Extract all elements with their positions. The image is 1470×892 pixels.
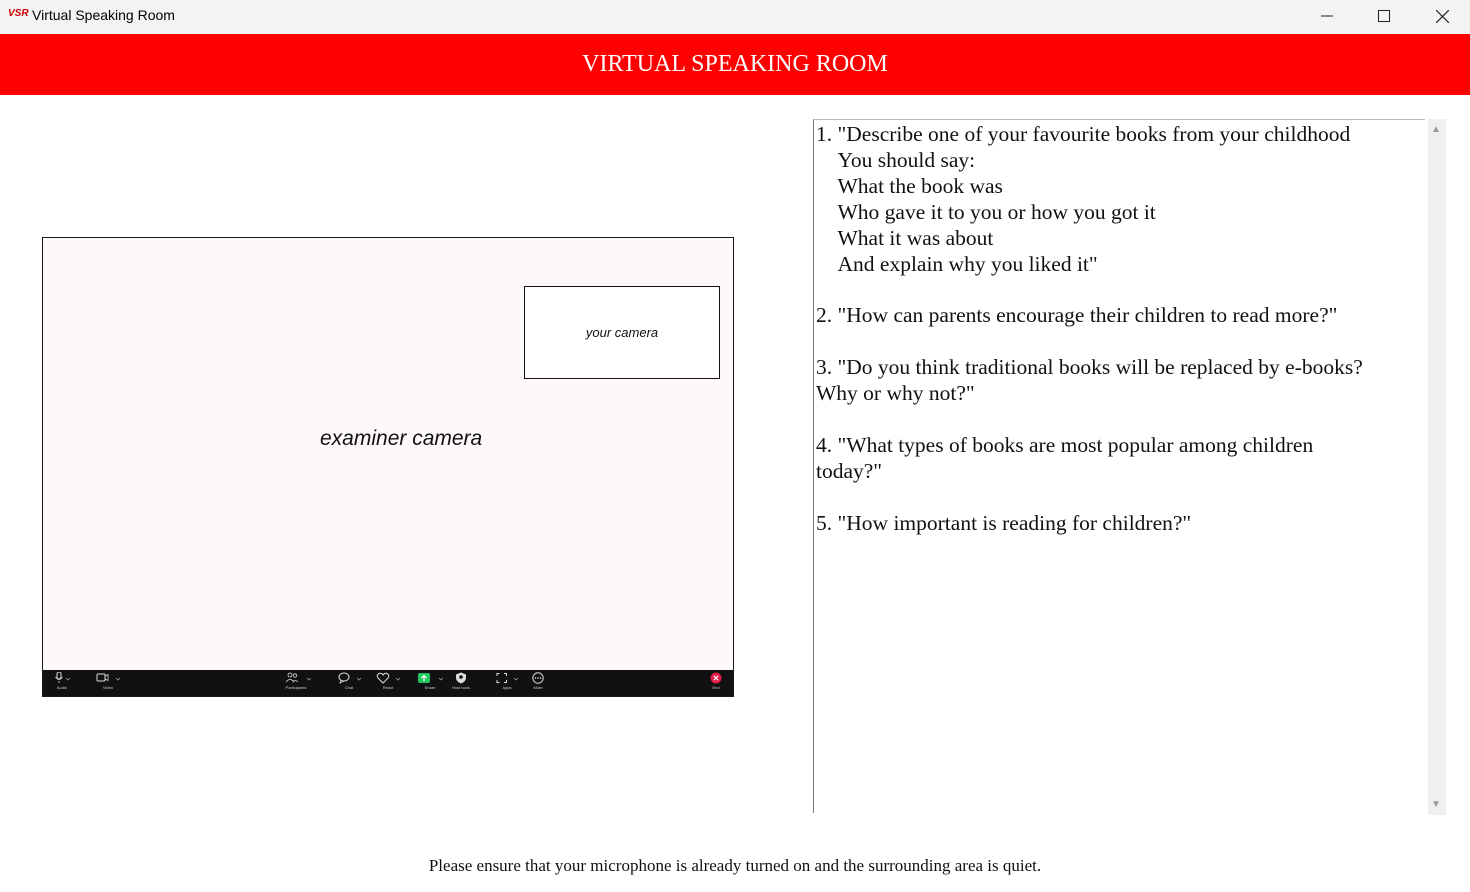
chat-icon bbox=[338, 672, 362, 684]
questions-text: 1. "Describe one of your favourite books… bbox=[816, 122, 1363, 535]
share-button[interactable]: Share bbox=[415, 672, 445, 690]
scroll-up-arrow-icon[interactable]: ▲ bbox=[1431, 124, 1441, 135]
close-icon bbox=[1435, 9, 1449, 23]
maximize-button[interactable] bbox=[1361, 0, 1407, 32]
apps-label: Apps bbox=[502, 685, 512, 690]
end-label: End bbox=[712, 685, 720, 690]
apps-icon bbox=[496, 673, 519, 683]
app-logo-icon: VSR bbox=[8, 8, 29, 19]
more-button[interactable]: More bbox=[531, 672, 545, 690]
participants-button[interactable]: Participants bbox=[281, 672, 311, 690]
questions-scrollbar[interactable] bbox=[1428, 119, 1446, 815]
audio-button[interactable]: Audio bbox=[53, 672, 71, 690]
audio-label: Audio bbox=[56, 685, 68, 690]
page-header: VIRTUAL SPEAKING ROOM bbox=[0, 34, 1470, 95]
end-button[interactable]: End bbox=[709, 672, 723, 690]
host-tools-button[interactable]: Host tools bbox=[452, 672, 470, 690]
questions-textarea[interactable]: 1. "Describe one of your favourite books… bbox=[813, 119, 1425, 813]
scroll-down-arrow-icon[interactable]: ▼ bbox=[1431, 799, 1441, 810]
share-label: Share bbox=[424, 685, 436, 690]
microphone-icon bbox=[55, 672, 71, 683]
video-label: Video bbox=[102, 685, 114, 690]
participants-label: Participants bbox=[285, 685, 307, 690]
self-camera-view: your camera bbox=[524, 286, 720, 379]
microphone-notice: Please ensure that your microphone is al… bbox=[428, 856, 1042, 875]
examiner-video: examiner camera your camera Audio Video bbox=[42, 237, 734, 697]
video-camera-icon bbox=[96, 673, 121, 682]
share-screen-icon bbox=[418, 673, 444, 683]
end-call-icon bbox=[710, 672, 722, 684]
apps-button[interactable]: Apps bbox=[494, 672, 520, 690]
examiner-camera-label: examiner camera bbox=[320, 427, 483, 450]
video-button[interactable]: Video bbox=[95, 672, 121, 690]
chat-label: Chat bbox=[344, 685, 354, 690]
more-label: More bbox=[533, 685, 543, 690]
close-button[interactable] bbox=[1419, 0, 1465, 32]
window-title: Virtual Speaking Room bbox=[32, 7, 175, 23]
title-bar: VSR Virtual Speaking Room bbox=[0, 0, 1470, 34]
host-tools-label: Host tools bbox=[452, 685, 470, 690]
react-label: React bbox=[382, 685, 394, 690]
shield-icon bbox=[455, 672, 466, 684]
heart-icon bbox=[376, 672, 401, 684]
meeting-toolbar: Audio Video Participants Chat React Shar… bbox=[43, 670, 733, 696]
participants-icon bbox=[285, 672, 311, 683]
minimize-button[interactable] bbox=[1304, 0, 1350, 32]
more-icon bbox=[532, 672, 544, 684]
self-camera-label: your camera bbox=[585, 325, 659, 340]
react-button[interactable]: React bbox=[375, 672, 401, 690]
maximize-icon bbox=[1378, 10, 1390, 22]
chat-button[interactable]: Chat bbox=[336, 672, 362, 690]
page-title: VIRTUAL SPEAKING ROOM bbox=[582, 51, 888, 77]
minimize-icon bbox=[1321, 15, 1333, 17]
